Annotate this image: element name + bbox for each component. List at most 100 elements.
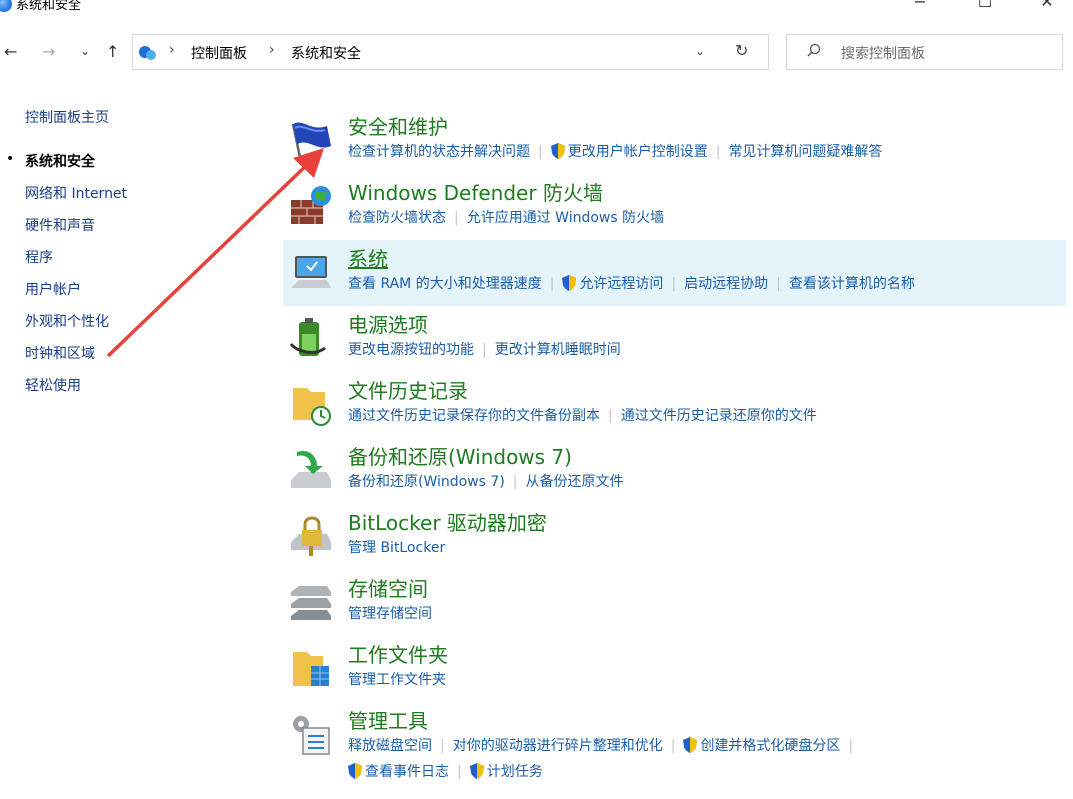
category-links: 管理存储空间 xyxy=(348,603,432,623)
category-power-options: 电源选项 更改电源按钮的功能 | 更改计算机睡眠时间 xyxy=(283,306,1066,372)
up-button[interactable]: ↑ xyxy=(106,42,119,61)
category-storage-spaces: 存储空间 管理存储空间 xyxy=(283,570,1066,636)
category-file-history: 文件历史记录 通过文件历史记录保存你的文件备份副本 | 通过文件历史记录还原你的文件 xyxy=(283,372,1066,438)
recent-locations-button[interactable]: ⌄ xyxy=(80,44,90,58)
breadcrumb-separator: › xyxy=(269,42,275,58)
link-computer-name[interactable]: 查看该计算机的名称 xyxy=(789,276,915,292)
file-history-icon xyxy=(293,388,331,426)
link-troubleshoot[interactable]: 常见计算机问题疑难解答 xyxy=(728,144,882,160)
control-panel-icon xyxy=(0,0,12,12)
link-allow-app[interactable]: 允许应用通过 Windows 防火墙 xyxy=(467,210,664,226)
window-title: 系统和安全 xyxy=(16,0,82,13)
link-ram-processor[interactable]: 查看 RAM 的大小和处理器速度 xyxy=(348,276,542,292)
category-title[interactable]: 安全和维护 xyxy=(348,111,448,140)
category-links-row2: 查看事件日志 | 计划任务 xyxy=(348,761,543,781)
link-power-buttons[interactable]: 更改电源按钮的功能 xyxy=(348,342,474,358)
category-work-folders: 工作文件夹 管理工作文件夹 xyxy=(283,636,1066,702)
category-links: 管理工作文件夹 xyxy=(348,669,446,689)
title-bar: 系统和安全 − ☐ ✕ xyxy=(0,0,1073,20)
search-icon xyxy=(807,43,821,57)
shield-icon xyxy=(550,143,565,159)
search-box[interactable]: 搜索控制面板 xyxy=(786,34,1063,70)
category-bitlocker: BitLocker 驱动器加密 管理 BitLocker xyxy=(283,504,1066,570)
current-item-bullet: • xyxy=(6,151,15,167)
chevron-down-icon[interactable]: ⌄ xyxy=(695,44,705,58)
breadcrumb-system-security[interactable]: 系统和安全 xyxy=(291,43,361,63)
category-links: 通过文件历史记录保存你的文件备份副本 | 通过文件历史记录还原你的文件 xyxy=(348,408,817,424)
link-remote-assist[interactable]: 启动远程协助 xyxy=(684,276,768,292)
refresh-button[interactable]: ↻ xyxy=(735,41,748,60)
link-manage-storage[interactable]: 管理存储空间 xyxy=(348,606,432,622)
link-uac-settings[interactable]: 更改用户帐户控制设置 xyxy=(568,144,708,160)
shield-icon xyxy=(469,763,484,779)
link-backup-restore[interactable]: 备份和还原(Windows 7) xyxy=(348,474,505,490)
work-folders-icon xyxy=(293,652,329,686)
category-links: 更改电源按钮的功能 | 更改计算机睡眠时间 xyxy=(348,342,621,358)
link-manage-bitlocker[interactable]: 管理 BitLocker xyxy=(348,540,445,556)
category-title[interactable]: 工作文件夹 xyxy=(348,639,448,668)
link-check-status[interactable]: 检查计算机的状态并解决问题 xyxy=(348,144,530,160)
category-title[interactable]: 备份和还原(Windows 7) xyxy=(348,441,572,470)
category-security-maintenance: 安全和维护 检查计算机的状态并解决问题 | 更改用户帐户控制设置 | 常见计算机问题疑难… xyxy=(283,108,1066,174)
sidebar-item-user-accounts[interactable]: 用户帐户 xyxy=(25,279,81,299)
breadcrumb-control-panel[interactable]: 控制面板 xyxy=(191,43,247,63)
navigation-bar: ← → ⌄ ↑ › 控制面板 › 系统和安全 ⌄ ↻ 搜索控制面板 xyxy=(0,34,1073,72)
link-firewall-status[interactable]: 检查防火墙状态 xyxy=(348,210,446,226)
category-title[interactable]: 文件历史记录 xyxy=(348,375,468,404)
backup-icon xyxy=(291,450,331,488)
sidebar-item-network[interactable]: 网络和 Internet xyxy=(25,183,127,203)
shield-icon xyxy=(683,737,698,753)
category-links: 查看 RAM 的大小和处理器速度 | 允许远程访问 | 启动远程协助 | 查看该计算机的名称 xyxy=(348,275,915,292)
category-links: 释放磁盘空间 | 对你的驱动器进行碎片整理和优化 | 创建并格式化硬盘分区 | xyxy=(348,737,854,754)
sidebar-item-hardware-sound[interactable]: 硬件和声音 xyxy=(25,215,95,235)
sidebar-item-ease-of-access[interactable]: 轻松使用 xyxy=(25,375,81,395)
link-file-history-backup[interactable]: 通过文件历史记录保存你的文件备份副本 xyxy=(348,408,600,424)
link-manage-work-folders[interactable]: 管理工作文件夹 xyxy=(348,672,446,688)
battery-icon xyxy=(289,318,326,356)
address-bar[interactable]: › 控制面板 › 系统和安全 ⌄ ↻ xyxy=(132,34,769,70)
category-firewall: Windows Defender 防火墙 检查防火墙状态 | 允许应用通过 Wind… xyxy=(283,174,1066,240)
category-backup-restore: 备份和还原(Windows 7) 备份和还原(Windows 7) | 从备份还原文… xyxy=(283,438,1066,504)
category-admin-tools: 管理工具 释放磁盘空间 | 对你的驱动器进行碎片整理和优化 | 创建并格式化硬盘分区 | … xyxy=(283,702,1066,794)
link-restore-from-backup[interactable]: 从备份还原文件 xyxy=(526,474,624,490)
category-links: 管理 BitLocker xyxy=(348,537,445,557)
search-input[interactable]: 搜索控制面板 xyxy=(841,43,925,63)
flag-icon xyxy=(291,122,331,163)
sidebar-home-link[interactable]: 控制面板主页 xyxy=(25,107,109,127)
category-system: 系统 查看 RAM 的大小和处理器速度 | 允许远程访问 | 启动远程协助 | 查看该计算机… xyxy=(283,240,1066,306)
link-create-partitions[interactable]: 创建并格式化硬盘分区 xyxy=(700,738,840,754)
bitlocker-icon xyxy=(291,516,331,556)
breadcrumb-separator: › xyxy=(169,42,175,58)
link-disk-cleanup[interactable]: 释放磁盘空间 xyxy=(348,738,432,754)
category-title[interactable]: 管理工具 xyxy=(348,705,428,734)
link-file-history-restore[interactable]: 通过文件历史记录还原你的文件 xyxy=(621,408,817,424)
sidebar-item-programs[interactable]: 程序 xyxy=(25,247,53,267)
shield-icon xyxy=(562,275,577,291)
link-defragment[interactable]: 对你的驱动器进行碎片整理和优化 xyxy=(453,738,663,754)
link-sleep-time[interactable]: 更改计算机睡眠时间 xyxy=(495,342,621,358)
link-task-scheduler[interactable]: 计划任务 xyxy=(487,764,543,780)
admin-tools-icon xyxy=(293,716,330,755)
control-panel-icon xyxy=(139,46,156,60)
category-links: 检查防火墙状态 | 允许应用通过 Windows 防火墙 xyxy=(348,210,665,226)
link-event-logs[interactable]: 查看事件日志 xyxy=(365,764,449,780)
category-title[interactable]: BitLocker 驱动器加密 xyxy=(348,507,547,536)
close-button[interactable]: ✕ xyxy=(1024,0,1070,14)
category-links: 检查计算机的状态并解决问题 | 更改用户帐户控制设置 | 常见计算机问题疑难解答 xyxy=(348,143,883,160)
link-allow-remote[interactable]: 允许远程访问 xyxy=(579,276,663,292)
firewall-icon xyxy=(291,186,331,224)
storage-icon xyxy=(291,586,331,620)
category-title[interactable]: 系统 xyxy=(348,243,388,272)
category-title[interactable]: Windows Defender 防火墙 xyxy=(348,177,603,206)
category-title[interactable]: 电源选项 xyxy=(348,309,428,338)
category-title[interactable]: 存储空间 xyxy=(348,573,428,602)
computer-icon xyxy=(291,256,331,288)
maximize-button[interactable]: ☐ xyxy=(962,0,1008,14)
back-button[interactable]: ← xyxy=(4,42,17,61)
sidebar-item-appearance[interactable]: 外观和个性化 xyxy=(25,311,109,331)
sidebar-item-system-security[interactable]: 系统和安全 xyxy=(25,151,95,171)
minimize-button[interactable]: − xyxy=(897,0,943,14)
sidebar-item-clock-region[interactable]: 时钟和区域 xyxy=(25,343,95,363)
category-links: 备份和还原(Windows 7) | 从备份还原文件 xyxy=(348,474,624,490)
forward-button[interactable]: → xyxy=(42,42,55,61)
